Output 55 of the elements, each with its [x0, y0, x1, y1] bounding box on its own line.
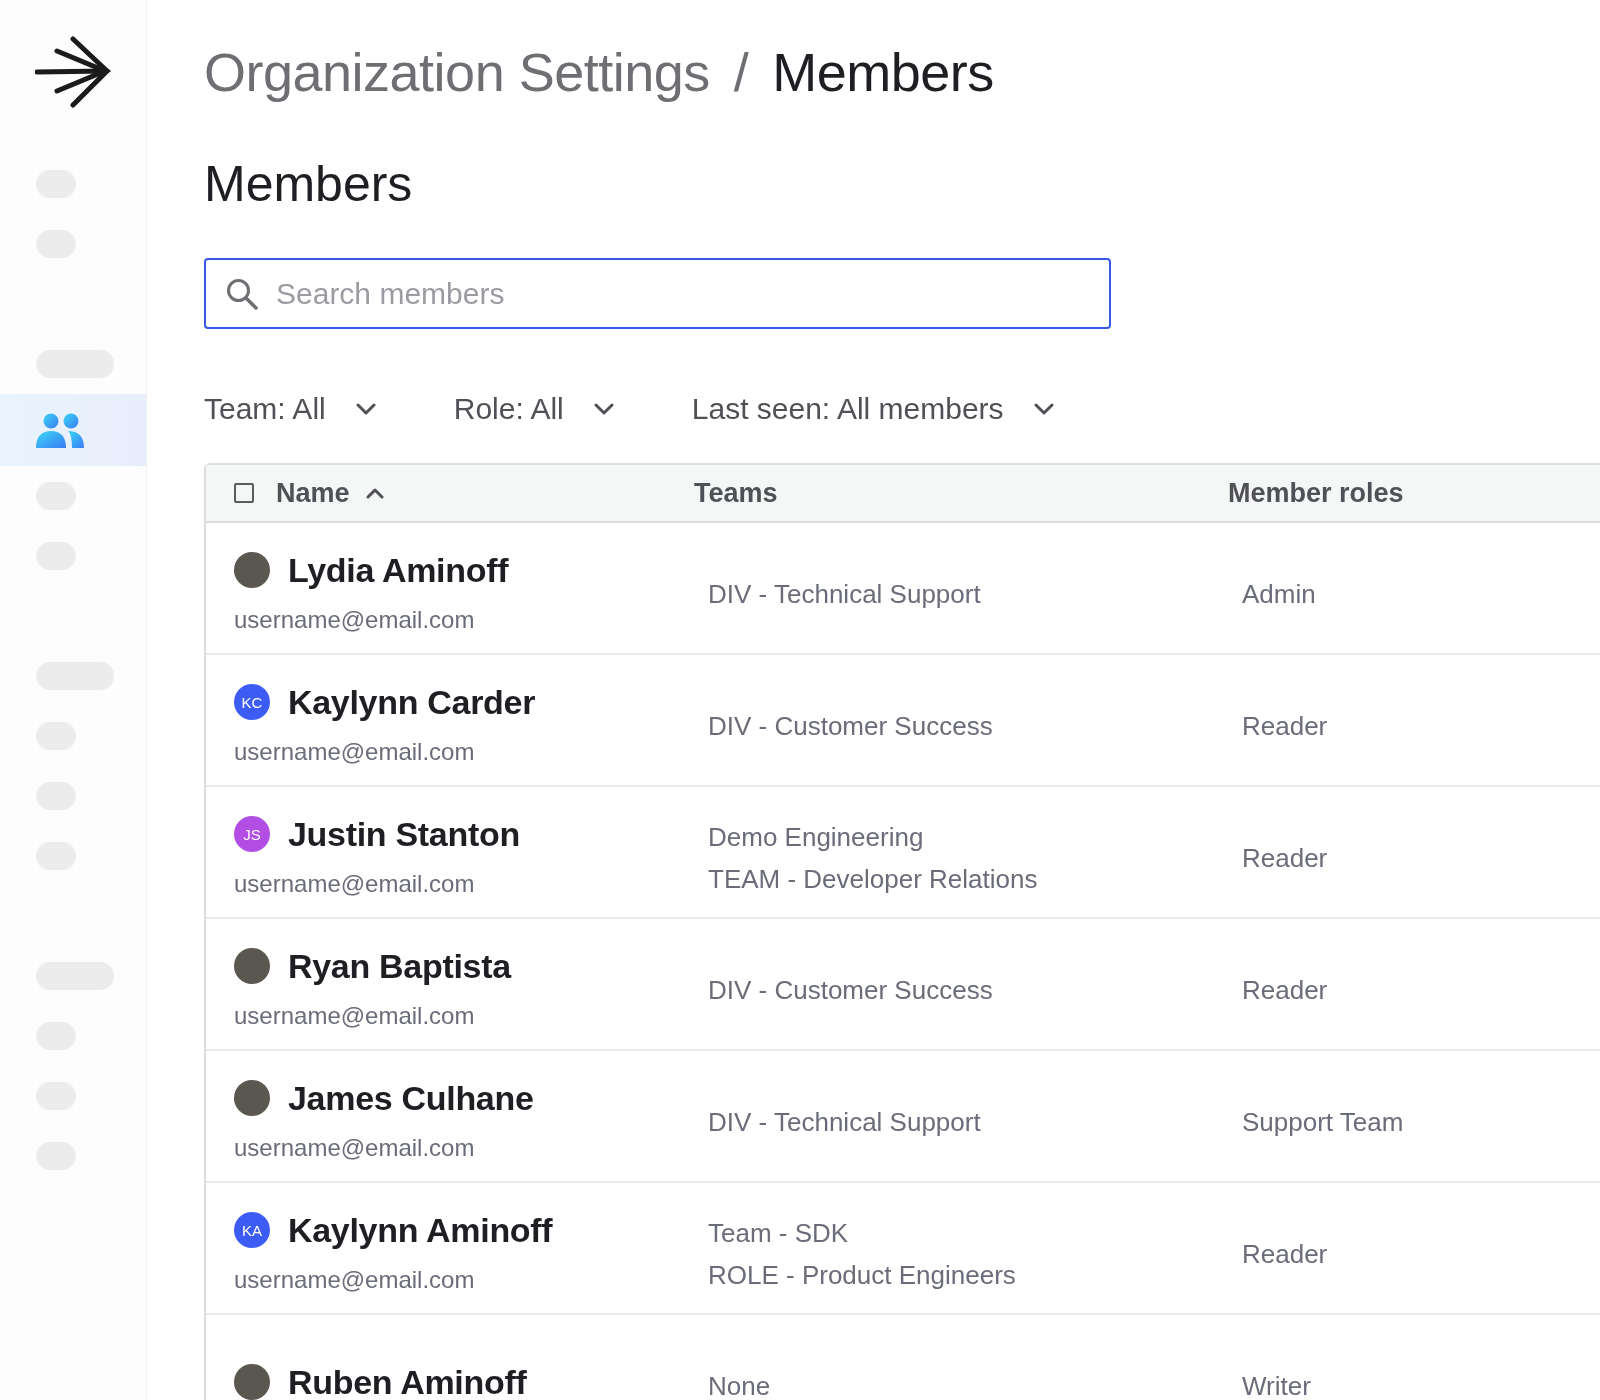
chevron-down-icon: [1033, 403, 1054, 415]
member-role: Admin: [1242, 578, 1316, 610]
member-email: username@email.com: [234, 870, 475, 898]
member-name: James Culhane: [288, 1078, 534, 1118]
column-header: Member roles: [1228, 477, 1404, 508]
search-icon: [226, 278, 258, 310]
avatar-photo-placeholder: [234, 948, 270, 984]
team-name: DIV - Technical Support: [708, 1107, 982, 1137]
member-name: Ryan Baptista: [288, 946, 511, 986]
member-role: Reader: [1242, 974, 1328, 1006]
column-header: Teams: [694, 477, 778, 508]
breadcrumb-separator: /: [733, 41, 749, 103]
filter-dropdown[interactable]: Role: All: [453, 392, 614, 426]
avatar-initials: KC: [234, 684, 270, 720]
avatar-photo-placeholder: [234, 552, 270, 588]
member-name: Kaylynn Carder: [288, 682, 536, 722]
member-role: Reader: [1242, 842, 1328, 874]
chevron-down-icon: [355, 403, 376, 415]
member-email: username@email.com: [234, 606, 475, 634]
member-role: Reader: [1242, 1238, 1328, 1270]
member-email: username@email.com: [234, 1266, 475, 1294]
breadcrumb-link[interactable]: Organization Settings: [204, 41, 710, 103]
logo-icon: [35, 36, 111, 110]
member-name: Justin Stanton: [288, 814, 520, 854]
page-heading: Members: [204, 155, 414, 214]
member-name: Kaylynn Aminoff: [288, 1210, 553, 1250]
breadcrumb-current: Members: [772, 41, 994, 103]
member-email: username@email.com: [234, 1134, 475, 1162]
member-email: username@email.com: [234, 738, 475, 766]
member-role: Reader: [1242, 710, 1328, 742]
member-name: Ruben Aminoff: [288, 1362, 527, 1400]
members-nav-item[interactable]: [0, 394, 146, 466]
team-name: Demo Engineering: [708, 822, 925, 852]
chevron-down-icon: [593, 403, 614, 415]
filter-dropdown[interactable]: Team: All: [204, 392, 376, 426]
search-field[interactable]: Search members: [204, 258, 1111, 329]
team-name: ROLE - Product Engineers: [708, 1260, 1017, 1290]
people-icon: [36, 412, 84, 448]
member-name: Lydia Aminoff: [288, 550, 509, 590]
member-email: username@email.com: [234, 1002, 475, 1030]
avatar-initials: KA: [234, 1212, 270, 1248]
avatar-photo-placeholder: [234, 1080, 270, 1116]
select-all-checkbox[interactable]: [234, 483, 254, 503]
team-name: DIV - Technical Support: [708, 579, 982, 609]
team-name: TEAM - Developer Relations: [708, 864, 1039, 894]
avatar-initials: JS: [234, 816, 270, 852]
filter-dropdown[interactable]: Last seen: All members: [691, 392, 1054, 426]
team-name: DIV - Customer Success: [708, 711, 994, 741]
team-name: None: [708, 1371, 772, 1400]
team-name: Team - SDK: [708, 1218, 850, 1248]
column-header[interactable]: Name: [276, 477, 384, 509]
team-name: DIV - Customer Success: [708, 975, 994, 1005]
member-role: Support Team: [1242, 1106, 1404, 1138]
member-role: Writer: [1242, 1370, 1311, 1400]
avatar-photo-placeholder: [234, 1364, 270, 1400]
